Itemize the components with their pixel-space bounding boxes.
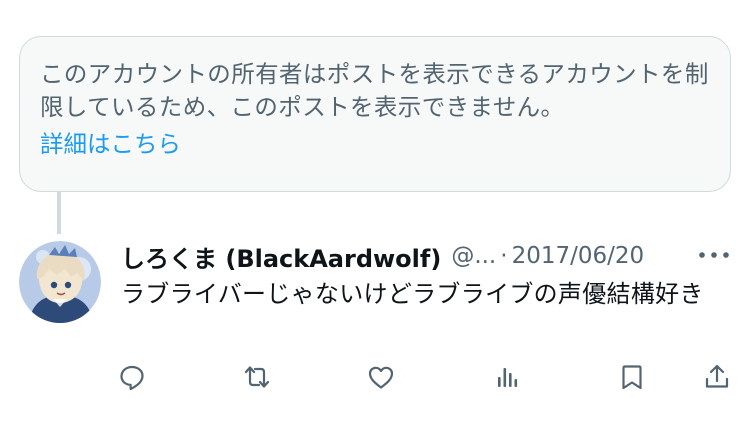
share-icon[interactable] (702, 362, 732, 392)
avatar-image (19, 241, 101, 323)
separator-dot: · (500, 243, 508, 269)
bookmark-icon[interactable] (617, 362, 647, 392)
display-name[interactable]: しろくま (BlackAardwolf) (121, 239, 441, 274)
avatar[interactable] (19, 241, 101, 323)
reply-icon[interactable] (117, 362, 147, 392)
repost-icon[interactable] (242, 362, 272, 392)
post-header: しろくま (BlackAardwolf) @... · 2017/06/20 (121, 238, 644, 274)
post-text: ラブライバーじゃないけどラブライブの声優結構好き (121, 280, 704, 308)
unavailable-post-notice: このアカウントの所有者はポストを表示できるアカウントを制限しているため、このポス… (19, 36, 731, 192)
learn-more-link[interactable]: 詳細はこちら (40, 128, 181, 161)
notice-text: このアカウントの所有者はポストを表示できるアカウントを制限しているため、このポス… (40, 60, 709, 121)
post-date[interactable]: 2017/06/20 (512, 243, 645, 269)
more-options-icon[interactable] (696, 242, 732, 268)
user-handle[interactable]: @... (451, 243, 496, 269)
thread-connector-line (57, 192, 61, 234)
like-icon[interactable] (366, 362, 396, 392)
views-icon[interactable] (493, 362, 523, 392)
